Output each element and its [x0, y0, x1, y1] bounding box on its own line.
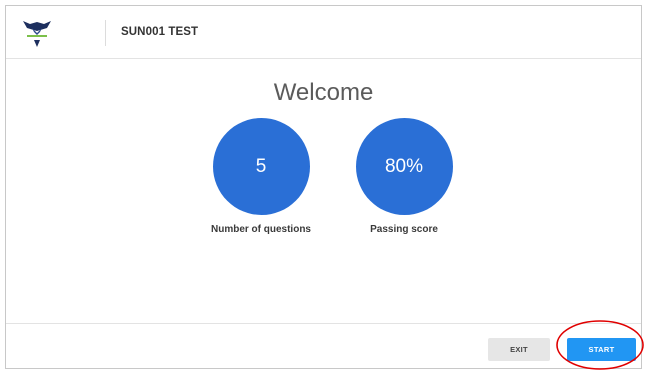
stat-passing-score: 80% Passing score: [344, 118, 464, 235]
question-count-value: 5: [255, 155, 267, 177]
header-bar: SUN001 TEST: [6, 6, 641, 59]
passing-score-label: Passing score: [370, 224, 438, 235]
welcome-heading: Welcome: [273, 79, 374, 106]
question-count-circle: 5: [212, 118, 310, 215]
page-title: SUN001 TEST: [121, 26, 199, 38]
stat-number-of-questions: 5 Number of questions: [201, 118, 321, 235]
header-divider: [105, 20, 106, 46]
exit-button[interactable]: EXIT: [488, 338, 550, 361]
passing-score-value: 80%: [384, 155, 424, 177]
footer-bar: EXIT START: [6, 323, 641, 368]
passing-score-circle: 80%: [355, 118, 453, 215]
start-button[interactable]: START: [567, 338, 636, 361]
eagle-logo-icon: [23, 21, 51, 47]
question-count-label: Number of questions: [210, 224, 311, 235]
quiz-window: SUN001 TEST Welcome 5 Number of question…: [5, 5, 642, 369]
